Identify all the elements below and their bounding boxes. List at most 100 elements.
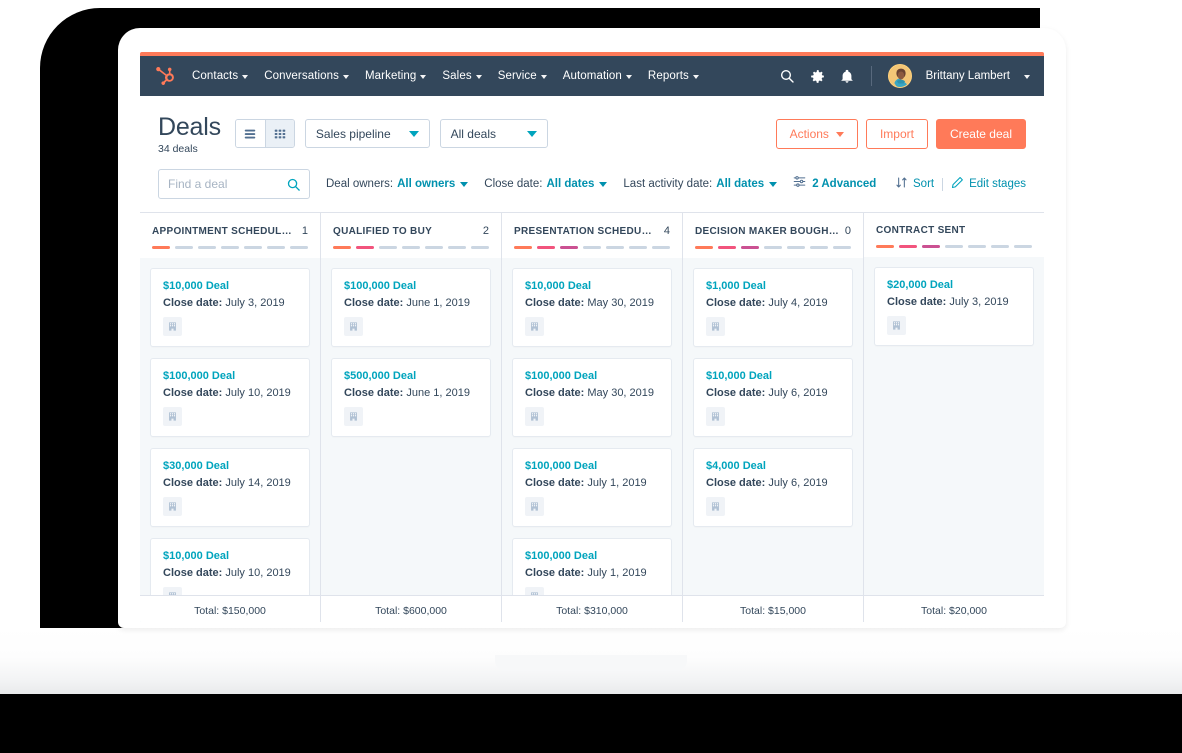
company-icon bbox=[163, 317, 182, 336]
deal-card-date: Close date: July 10, 2019 bbox=[163, 567, 297, 579]
view-toggle bbox=[235, 119, 295, 148]
stage-progress-bar bbox=[152, 246, 308, 249]
column-cards: $100,000 Deal Close date: June 1, 2019 $… bbox=[321, 258, 501, 595]
actions-button-label: Actions bbox=[790, 127, 829, 141]
deal-card[interactable]: $1,000 Deal Close date: July 4, 2019 bbox=[693, 268, 853, 347]
deal-card-title: $10,000 Deal bbox=[706, 370, 840, 382]
bell-icon[interactable] bbox=[839, 68, 855, 84]
nav-item-marketing[interactable]: Marketing bbox=[365, 70, 426, 82]
company-icon bbox=[525, 497, 544, 516]
stage-segment bbox=[991, 245, 1009, 248]
company-icon bbox=[887, 316, 906, 335]
deal-card[interactable]: $4,000 Deal Close date: July 6, 2019 bbox=[693, 448, 853, 527]
company-icon bbox=[163, 407, 182, 426]
deal-card-date-label: Close date: bbox=[163, 477, 222, 489]
deal-card[interactable]: $100,000 Deal Close date: June 1, 2019 bbox=[331, 268, 491, 347]
search-icon[interactable] bbox=[779, 68, 795, 84]
pipeline-select[interactable]: Sales pipeline bbox=[305, 119, 430, 148]
deal-card-date-value: May 30, 2019 bbox=[587, 297, 654, 309]
nav-item-contacts[interactable]: Contacts bbox=[192, 70, 248, 82]
deal-card[interactable]: $100,000 Deal Close date: July 1, 2019 bbox=[512, 448, 672, 527]
stage-segment bbox=[560, 246, 578, 249]
column-title: Decision maker bought-in bbox=[695, 226, 839, 237]
deal-card[interactable]: $30,000 Deal Close date: July 14, 2019 bbox=[150, 448, 310, 527]
actions-button[interactable]: Actions bbox=[776, 119, 858, 149]
column-total: Total: $15,000 bbox=[683, 595, 863, 622]
column-total: Total: $600,000 bbox=[321, 595, 501, 622]
deal-card-date: Close date: July 1, 2019 bbox=[525, 477, 659, 489]
deal-card[interactable]: $100,000 Deal Close date: July 10, 2019 bbox=[150, 358, 310, 437]
import-button-label: Import bbox=[880, 127, 914, 141]
edit-stages-button[interactable]: Edit stages bbox=[951, 176, 1026, 192]
chevron-down-icon[interactable] bbox=[1024, 75, 1030, 79]
board-column-qualified-to-buy: Qualified to buy 2 $100,000 Deal Close d… bbox=[321, 213, 502, 622]
deal-card-date-label: Close date: bbox=[525, 477, 584, 489]
deal-card-title: $100,000 Deal bbox=[525, 550, 659, 562]
stage-segment bbox=[514, 246, 532, 249]
chevron-down-icon bbox=[769, 182, 777, 187]
stage-progress-bar bbox=[876, 245, 1032, 248]
board-view-icon[interactable] bbox=[265, 120, 294, 147]
column-total: Total: $310,000 bbox=[502, 595, 682, 622]
deal-card-title: $10,000 Deal bbox=[163, 280, 297, 292]
nav-divider bbox=[871, 66, 872, 86]
nav-item-conversations[interactable]: Conversations bbox=[264, 70, 349, 82]
stage-segment bbox=[606, 246, 624, 249]
avatar[interactable] bbox=[888, 64, 912, 88]
nav-item-automation[interactable]: Automation bbox=[563, 70, 632, 82]
stage-segment bbox=[290, 246, 308, 249]
company-icon bbox=[706, 317, 725, 336]
filter-bar-right: Sort Edit stages bbox=[895, 176, 1026, 192]
deal-card-date-label: Close date: bbox=[163, 297, 222, 309]
column-count: 0 bbox=[839, 225, 851, 237]
board-column-appointment-scheduled: Appointment scheduled 1 $10,000 Deal Clo… bbox=[140, 213, 321, 622]
deal-card[interactable]: $10,000 Deal Close date: July 3, 2019 bbox=[150, 268, 310, 347]
advanced-filters-button[interactable]: 2 Advanced bbox=[793, 175, 876, 193]
deal-card[interactable]: $10,000 Deal Close date: July 10, 2019 bbox=[150, 538, 310, 595]
deal-card-date-value: July 4, 2019 bbox=[768, 297, 827, 309]
gear-icon[interactable] bbox=[809, 68, 825, 84]
deal-card-date-value: July 10, 2019 bbox=[225, 387, 290, 399]
chevron-down-icon bbox=[527, 131, 537, 137]
nav-item-label: Conversations bbox=[264, 70, 339, 82]
deal-card-date-label: Close date: bbox=[887, 296, 946, 308]
deal-card[interactable]: $100,000 Deal Close date: May 30, 2019 bbox=[512, 358, 672, 437]
stage-segment bbox=[175, 246, 193, 249]
search-icon[interactable] bbox=[286, 177, 301, 197]
deal-card[interactable]: $10,000 Deal Close date: July 6, 2019 bbox=[693, 358, 853, 437]
column-count: 4 bbox=[658, 225, 670, 237]
deal-card-date-value: July 6, 2019 bbox=[768, 387, 827, 399]
view-select[interactable]: All deals bbox=[440, 119, 548, 148]
search-box[interactable] bbox=[158, 169, 310, 199]
pipeline-select-value: Sales pipeline bbox=[316, 127, 391, 141]
deal-card[interactable]: $20,000 Deal Close date: July 3, 2019 bbox=[874, 267, 1034, 346]
nav-right-cluster: Brittany Lambert bbox=[779, 64, 1030, 88]
nav-item-sales[interactable]: Sales bbox=[442, 70, 481, 82]
nav-item-reports[interactable]: Reports bbox=[648, 70, 699, 82]
list-view-icon[interactable] bbox=[236, 120, 265, 147]
stage-segment bbox=[221, 246, 239, 249]
deal-card-date: Close date: July 3, 2019 bbox=[163, 297, 297, 309]
deal-card-date-value: July 1, 2019 bbox=[587, 567, 646, 579]
stage-progress-bar bbox=[695, 246, 851, 249]
import-button[interactable]: Import bbox=[866, 119, 928, 149]
nav-item-service[interactable]: Service bbox=[498, 70, 547, 82]
column-title: Presentation scheduled bbox=[514, 226, 658, 237]
sort-button[interactable]: Sort bbox=[895, 176, 934, 192]
create-deal-button[interactable]: Create deal bbox=[936, 119, 1026, 149]
company-icon bbox=[706, 407, 725, 426]
chevron-down-icon bbox=[626, 75, 632, 79]
deal-owners-filter[interactable]: Deal owners: All owners bbox=[326, 178, 468, 190]
deal-card[interactable]: $100,000 Deal Close date: July 1, 2019 bbox=[512, 538, 672, 595]
company-icon bbox=[525, 587, 544, 595]
stage-segment bbox=[583, 246, 601, 249]
deal-card-date-label: Close date: bbox=[344, 297, 403, 309]
nav-item-list: Contacts Conversations Marketing Sales S… bbox=[192, 70, 699, 82]
deal-card-date: Close date: July 6, 2019 bbox=[706, 387, 840, 399]
page-header: Deals 34 deals bbox=[140, 96, 1044, 155]
deal-card[interactable]: $500,000 Deal Close date: June 1, 2019 bbox=[331, 358, 491, 437]
deal-card[interactable]: $10,000 Deal Close date: May 30, 2019 bbox=[512, 268, 672, 347]
last-activity-filter[interactable]: Last activity date: All dates bbox=[623, 178, 777, 190]
close-date-filter[interactable]: Close date: All dates bbox=[484, 178, 607, 190]
hubspot-sprocket-logo[interactable] bbox=[156, 65, 178, 87]
